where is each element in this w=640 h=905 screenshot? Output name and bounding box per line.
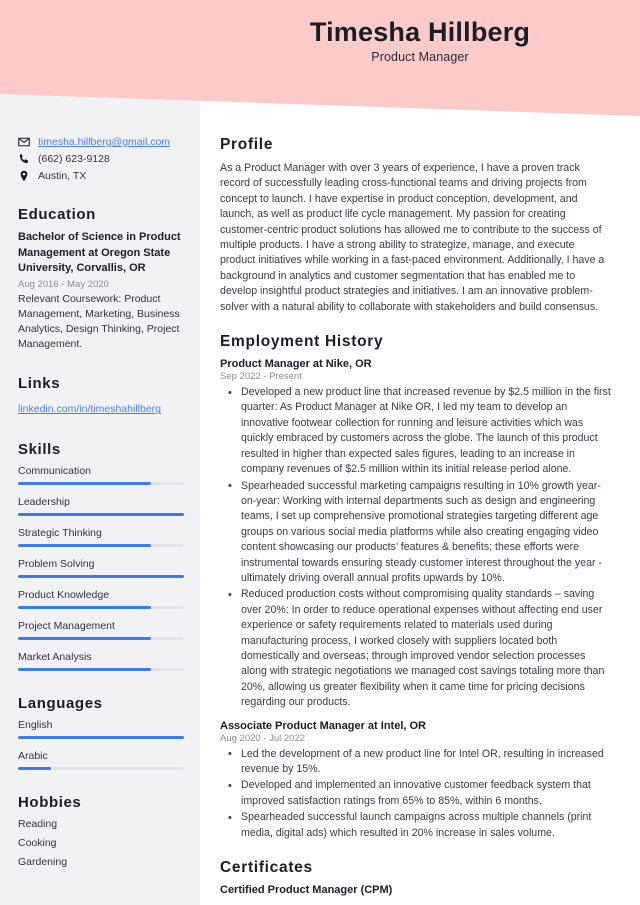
languages-section: Languages English Arabic: [18, 695, 184, 771]
certificates-list: Certified Product Manager (CPM): [220, 884, 612, 896]
skill: Product Knowledge: [18, 589, 184, 610]
job-entry: Associate Product Manager at Intel, OR Au…: [220, 720, 612, 841]
hobby-item: Cooking: [18, 837, 57, 850]
contact-email-link[interactable]: timesha.hillberg@gmail.com: [38, 136, 170, 148]
skill-bar-fill: [18, 482, 151, 486]
profile-heading: Profile: [220, 136, 274, 153]
certificates-heading: Certificates: [220, 859, 313, 877]
resume-page: timesha.hillberg@gmail.com (662) 623-9128…: [0, 0, 640, 905]
job-bullet: Spearheaded successful marketing campaig…: [224, 478, 612, 587]
job-bullet: Led the development of a new product lin…: [224, 746, 612, 778]
language: Arabic: [18, 750, 184, 771]
jobs-list: Product Manager at Nike, OR Sep 2022 - Pr…: [220, 358, 612, 841]
contact-row[interactable]: timesha.hillberg@gmail.com: [18, 136, 184, 148]
skill-bar-fill: [18, 606, 151, 610]
contact-value: (662) 623-9128: [38, 153, 110, 165]
employment-section: Employment History Product Manager at Ni…: [220, 333, 612, 841]
education-description: Relevant Coursework: Product Management,…: [18, 292, 180, 350]
job-title: Product Manager at Nike, OR: [220, 358, 372, 371]
education-section: Education Bachelor of Science in Product…: [18, 206, 184, 351]
job-bullet: Spearheaded successful launch campaigns …: [224, 810, 612, 841]
skills-heading: Skills: [18, 441, 61, 459]
job-bullet: Developed a new product line that increa…: [224, 385, 612, 477]
job-bullet-list: Led the development of a new product lin…: [224, 746, 612, 841]
language-label: Arabic: [18, 750, 48, 763]
skill-bar-track: [18, 637, 184, 641]
contact-value: Austin, TX: [38, 170, 87, 182]
links-section: Links linkedin.com/in/timeshahillberg: [18, 375, 184, 417]
mail-icon: [18, 136, 30, 148]
languages-heading: Languages: [18, 695, 103, 713]
header-titles: Timesha Hillberg Product Manager: [200, 0, 640, 64]
skill-bar-fill: [18, 575, 184, 579]
language: English: [18, 719, 184, 740]
skill-bar-track: [18, 482, 184, 486]
language-bar-fill: [18, 767, 52, 771]
certificates-section: Certificates Certified Product Manager (…: [220, 859, 612, 896]
profile-section: Profile As a Product Manager with over 3…: [220, 136, 612, 315]
skill-label: Communication: [18, 465, 91, 478]
contact-list: timesha.hillberg@gmail.com (662) 623-9128…: [18, 136, 184, 182]
skill-label: Problem Solving: [18, 558, 95, 571]
main-column: Profile As a Product Manager with over 3…: [200, 0, 640, 905]
contact-row: (662) 623-9128: [18, 153, 184, 165]
skill-label: Product Knowledge: [18, 589, 110, 602]
sidebar-content: timesha.hillberg@gmail.com (662) 623-9128…: [0, 136, 200, 875]
language-bar-fill: [18, 736, 184, 740]
contact-row: Austin, TX: [18, 170, 184, 182]
skill: Leadership: [18, 496, 184, 517]
skill: Communication: [18, 465, 184, 486]
hobby-item: Reading: [18, 818, 58, 831]
skill-bar-track: [18, 513, 184, 517]
job-bullet: Reduced production costs without comprom…: [224, 587, 612, 710]
candidate-name: Timesha Hillberg: [309, 17, 531, 47]
skill-bar-track: [18, 544, 184, 548]
job-bullet: Developed and implemented an innovative …: [224, 778, 612, 809]
skill-label: Market Analysis: [18, 651, 92, 664]
location-pin-icon: [18, 170, 30, 182]
job-title: Associate Product Manager at Intel, OR: [220, 719, 426, 732]
job-date: Sep 2022 - Present: [220, 371, 302, 383]
hobbies-list: Reading Cooking Gardening: [18, 818, 184, 868]
skills-list: Communication Leadership Strategic Thinkin…: [18, 465, 184, 672]
phone-icon: [18, 153, 30, 165]
education-heading: Education: [18, 206, 96, 223]
language-bar-track: [18, 736, 184, 740]
education-degree: Bachelor of Science in Product Managemen…: [18, 231, 181, 275]
skill: Problem Solving: [18, 558, 184, 579]
skill: Strategic Thinking: [18, 527, 184, 548]
skill-bar-track: [18, 575, 184, 579]
languages-list: English Arabic: [18, 719, 184, 771]
hobbies-section: Hobbies Reading Cooking Gardening: [18, 794, 184, 868]
sidebar: timesha.hillberg@gmail.com (662) 623-9128…: [0, 0, 200, 905]
skill: Market Analysis: [18, 651, 184, 672]
language-bar-track: [18, 767, 184, 771]
skill-bar-fill: [18, 637, 151, 641]
skill-bar-fill: [18, 668, 151, 672]
links-heading: Links: [18, 375, 61, 393]
hobbies-heading: Hobbies: [18, 794, 82, 812]
skill-label: Strategic Thinking: [18, 527, 102, 540]
skill-label: Leadership: [18, 496, 70, 509]
employment-heading: Employment History: [220, 333, 384, 351]
link-linkedin[interactable]: linkedin.com/in/timeshahillberg: [18, 403, 161, 415]
candidate-job-title: Product Manager: [371, 50, 469, 65]
skill: Project Management: [18, 620, 184, 641]
job-bullet-list: Developed a new product line that increa…: [224, 385, 612, 711]
job-date: Aug 2020 - Jul 2022: [220, 732, 306, 744]
skill-label: Project Management: [18, 620, 115, 633]
language-label: English: [18, 719, 53, 732]
profile-text: As a Product Manager with over 3 years o…: [220, 162, 605, 313]
education-date: Aug 2016 - May 2020: [18, 278, 109, 290]
skill-bar-fill: [18, 544, 151, 548]
skills-section: Skills Communication Leadership Strategic …: [18, 441, 184, 672]
certificate-name: Certified Product Manager (CPM): [220, 884, 393, 897]
job-entry: Product Manager at Nike, OR Sep 2022 - Pr…: [220, 358, 612, 711]
skill-bar-track: [18, 606, 184, 610]
hobby-item: Gardening: [18, 856, 68, 869]
skill-bar-track: [18, 668, 184, 672]
skill-bar-fill: [18, 513, 184, 517]
